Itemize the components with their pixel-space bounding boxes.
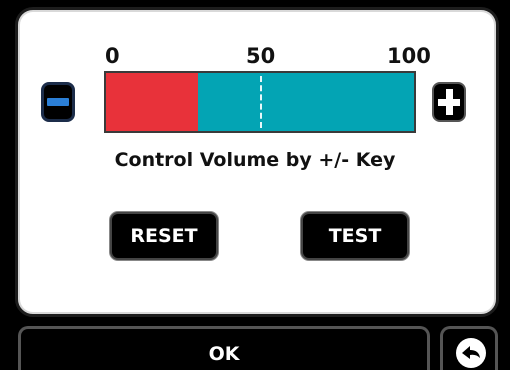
minus-icon bbox=[47, 98, 69, 106]
volume-decrease-button[interactable] bbox=[41, 82, 75, 122]
volume-level-bar[interactable] bbox=[104, 71, 416, 133]
scale-label-max: 100 bbox=[387, 44, 431, 68]
back-button[interactable] bbox=[440, 326, 498, 370]
back-arrow-icon bbox=[456, 338, 486, 368]
volume-increase-button[interactable] bbox=[432, 82, 466, 122]
scale-label-min: 0 bbox=[105, 44, 120, 68]
volume-level-fill bbox=[106, 73, 199, 131]
ok-button[interactable]: OK bbox=[18, 326, 430, 370]
reset-button[interactable]: RESET bbox=[110, 212, 218, 260]
scale-label-mid: 50 bbox=[246, 44, 276, 68]
test-button[interactable]: TEST bbox=[301, 212, 409, 260]
volume-caption: Control Volume by +/- Key bbox=[114, 149, 396, 171]
volume-midpoint-marker bbox=[260, 76, 262, 128]
